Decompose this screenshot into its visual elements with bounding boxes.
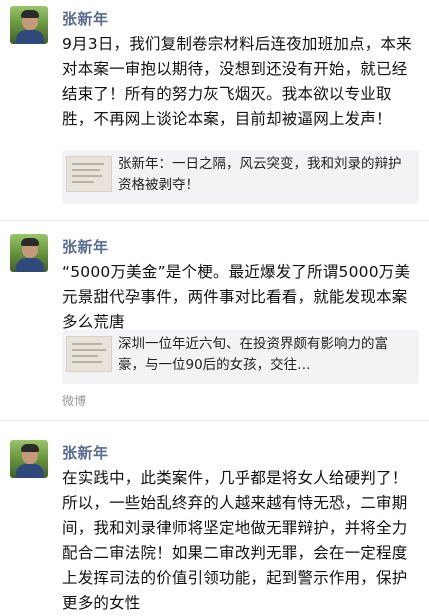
post-text: 在实践中，此类案件，几乎都是将女人给硬判了！所以，一些始乱终弃的人越来越有恃无恐… — [62, 469, 408, 612]
author-name[interactable]: 张新年 — [62, 442, 109, 463]
author-name[interactable]: 张新年 — [62, 8, 109, 29]
card-text: 张新年：一日之隔，风云突变，我和刘录的辩护资格被剥夺！ — [118, 156, 402, 193]
avatar[interactable] — [10, 440, 48, 478]
post-text: “5000万美金”是个梗。最近爆发了所谓5000万美元景甜代孕事件，两件事对比看… — [62, 263, 411, 331]
card-text: 深圳一位年近六旬、在投资界颇有影响力的富豪，与一位90后的女孩，交往… — [118, 336, 388, 373]
link-card[interactable]: 深圳一位年近六旬、在投资界颇有影响力的富豪，与一位90后的女孩，交往… — [62, 330, 419, 384]
avatar[interactable] — [10, 234, 48, 272]
post-text: 9月3日，我们复制卷宗材料后连夜加班加点，本来对本案一审抱以期待，没想到还没有开… — [62, 35, 412, 128]
link-card[interactable]: 张新年：一日之隔，风云突变，我和刘录的辩护资格被剥夺！ — [62, 150, 419, 204]
card-thumbnail — [66, 336, 112, 372]
divider — [0, 420, 429, 421]
post-source[interactable]: 微博 — [62, 392, 86, 409]
card-thumbnail — [66, 156, 112, 192]
avatar[interactable] — [10, 6, 48, 44]
divider — [0, 220, 429, 221]
author-name[interactable]: 张新年 — [62, 236, 109, 257]
